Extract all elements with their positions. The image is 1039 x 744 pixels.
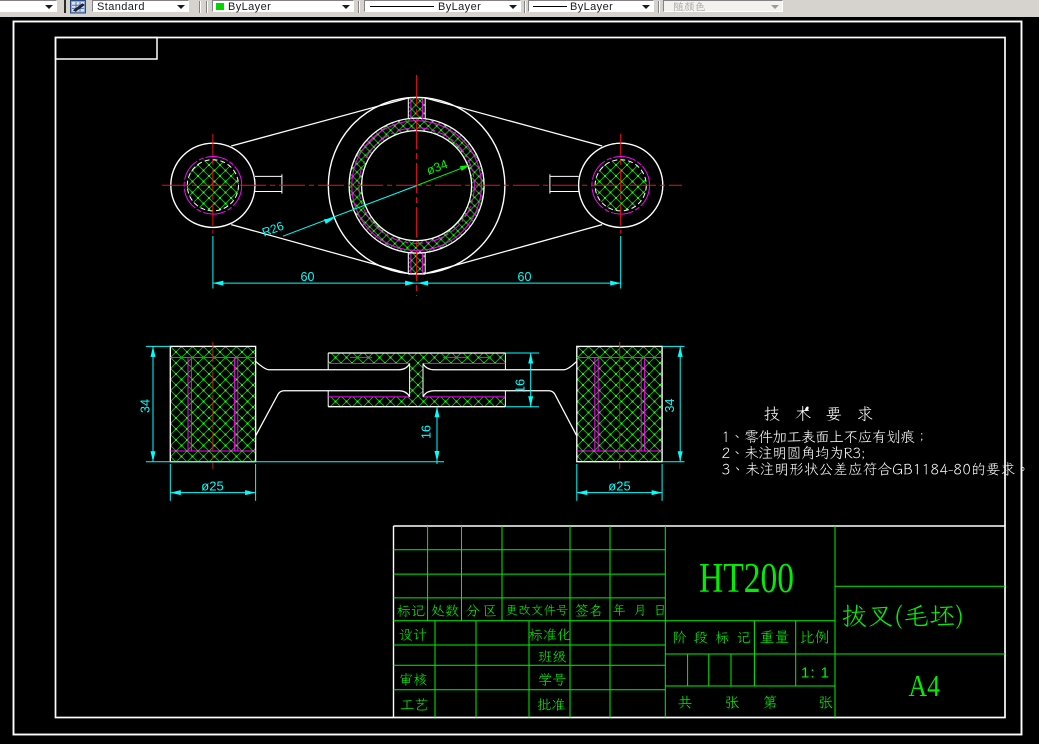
svg-text:60: 60 <box>301 270 315 284</box>
svg-text:34: 34 <box>139 399 153 413</box>
svg-text:A4: A4 <box>909 668 941 703</box>
svg-text:R26: R26 <box>260 219 286 240</box>
svg-text:ø25: ø25 <box>608 479 630 494</box>
svg-text:34: 34 <box>663 399 677 413</box>
svg-text:16: 16 <box>420 425 434 439</box>
svg-text:16: 16 <box>514 379 528 393</box>
svg-text:HT200: HT200 <box>699 556 794 602</box>
svg-text:ø25: ø25 <box>201 479 223 494</box>
svg-text:60: 60 <box>518 270 532 284</box>
svg-text:1: 1: 1: 1 <box>801 665 830 682</box>
